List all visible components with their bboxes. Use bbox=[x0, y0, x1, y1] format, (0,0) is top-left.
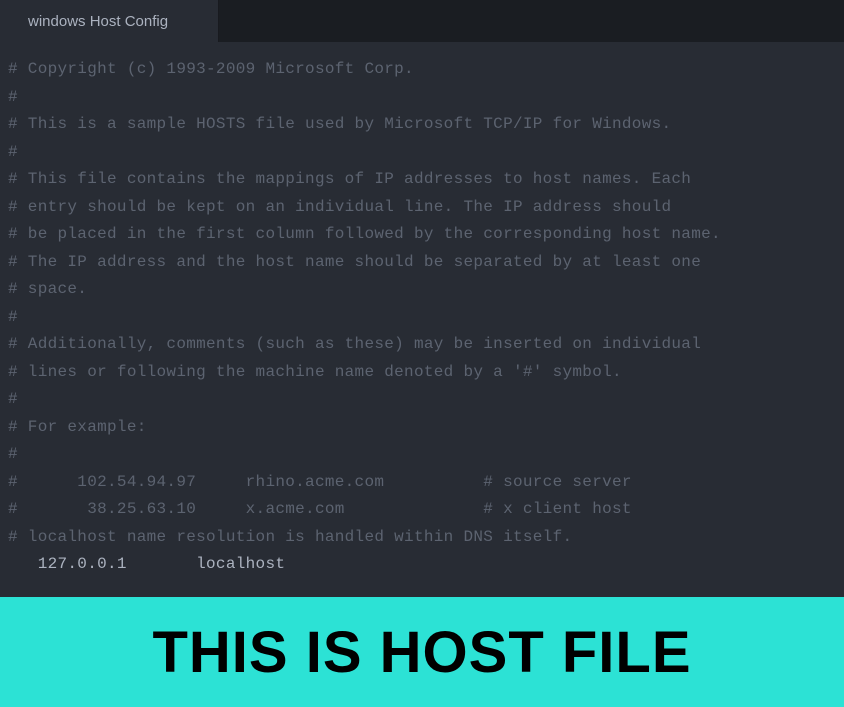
banner: THIS IS HOST FILE bbox=[0, 597, 844, 707]
code-line: # localhost name resolution is handled w… bbox=[8, 524, 836, 552]
code-line: # lines or following the machine name de… bbox=[8, 359, 836, 387]
code-line: # entry should be kept on an individual … bbox=[8, 194, 836, 222]
code-line: # bbox=[8, 139, 836, 167]
code-line: # Copyright (c) 1993-2009 Microsoft Corp… bbox=[8, 56, 836, 84]
code-line: # 38.25.63.10 x.acme.com # x client host bbox=[8, 496, 836, 524]
tab-windows-host-config[interactable]: windows Host Config bbox=[0, 0, 219, 42]
code-line: # Additionally, comments (such as these)… bbox=[8, 331, 836, 359]
editor-area[interactable]: # Copyright (c) 1993-2009 Microsoft Corp… bbox=[0, 42, 844, 597]
code-line: # bbox=[8, 84, 836, 112]
code-line: # This file contains the mappings of IP … bbox=[8, 166, 836, 194]
code-line: # The IP address and the host name shoul… bbox=[8, 249, 836, 277]
code-line: # bbox=[8, 304, 836, 332]
code-line: # This is a sample HOSTS file used by Mi… bbox=[8, 111, 836, 139]
code-line: # For example: bbox=[8, 414, 836, 442]
code-line: # be placed in the first column followed… bbox=[8, 221, 836, 249]
code-line: # bbox=[8, 441, 836, 469]
code-line: # bbox=[8, 386, 836, 414]
code-line: # space. bbox=[8, 276, 836, 304]
tab-bar: windows Host Config bbox=[0, 0, 844, 42]
code-line: # 102.54.94.97 rhino.acme.com # source s… bbox=[8, 469, 836, 497]
tab-label: windows Host Config bbox=[28, 13, 168, 30]
code-line: 127.0.0.1 localhost bbox=[8, 551, 836, 579]
banner-text: THIS IS HOST FILE bbox=[152, 619, 691, 686]
